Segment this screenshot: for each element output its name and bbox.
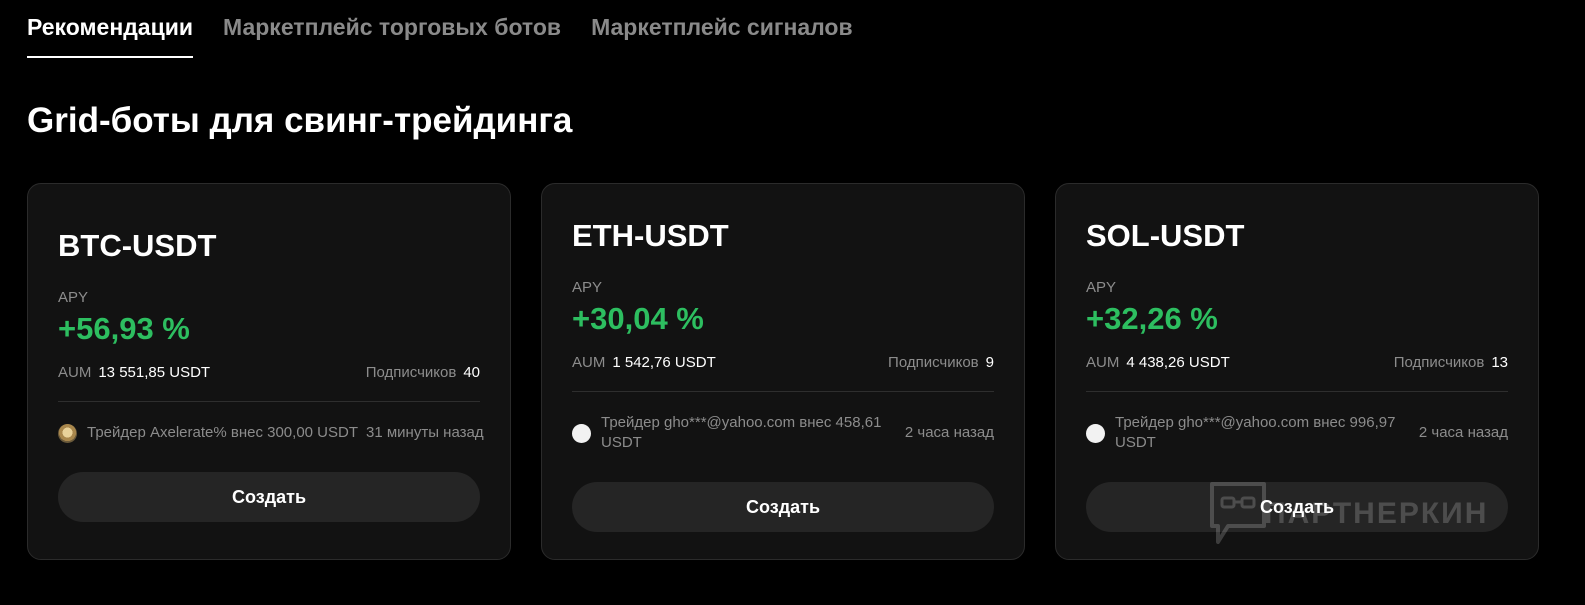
apy-label: APY [1086, 279, 1117, 296]
activity-text: Трейдер gho***@yahoo.com внес 458,61 USD… [601, 414, 882, 451]
trader-avatar-image-icon [58, 423, 77, 443]
aum-label: AUM [58, 364, 92, 381]
tab-signals-marketplace[interactable]: Маркетплейс сигналов [591, 0, 853, 58]
trader-avatar-default-icon [1086, 423, 1105, 443]
activity-time: 2 часа назад [904, 424, 994, 441]
apy-value: +32,26 % [1086, 301, 1218, 336]
stats-row: AUM 4 438,26 USDT Подписчиков 13 [1086, 354, 1508, 372]
stats-row: AUM 1 542,76 USDT Подписчиков 9 [572, 354, 994, 372]
create-button[interactable]: Создать [58, 472, 480, 522]
subscribers-label: Подписчиков [365, 364, 457, 381]
divider [572, 391, 994, 392]
bot-card-sol-usdt[interactable]: SOL-USDT APY +32,26 % AUM 4 438,26 USDT П… [1055, 183, 1539, 560]
aum-stat: AUM 1 542,76 USDT [572, 354, 716, 372]
subscribers-label: Подписчиков [888, 354, 979, 371]
activity-time: 31 минуты назад [366, 424, 484, 441]
subscribers-value: 13 [1491, 354, 1508, 371]
divider [1086, 391, 1508, 392]
latest-activity: Трейдер gho***@yahoo.com внес 458,61 USD… [572, 413, 994, 453]
subscribers-stat: Подписчиков 9 [888, 354, 994, 372]
activity-time: 2 часа назад [1418, 424, 1508, 441]
page: Рекомендации Маркетплейс торговых ботов … [0, 0, 1585, 605]
apy-label: APY [58, 289, 89, 306]
aum-label: AUM [572, 354, 606, 371]
subscribers-stat: Подписчиков 40 [366, 364, 480, 382]
tab-bar: Рекомендации Маркетплейс торговых ботов … [27, 0, 853, 58]
tab-trading-bots-marketplace[interactable]: Маркетплейс торговых ботов [223, 0, 561, 58]
pair-title: ETH-USDT [572, 218, 729, 253]
aum-value: 13 551,85 USDT [98, 364, 211, 381]
create-button[interactable]: Создать [1086, 482, 1508, 532]
section-title: Grid-боты для свинг-трейдинга [27, 101, 573, 140]
subscribers-value: 9 [985, 354, 994, 371]
bot-card-eth-usdt[interactable]: ETH-USDT APY +30,04 % AUM 1 542,76 USDT П… [541, 183, 1025, 560]
latest-activity: Трейдер Axelerate% внес 300,00 USDT 31 м… [58, 423, 484, 443]
subscribers-stat: Подписчиков 13 [1394, 354, 1508, 372]
aum-value: 4 438,26 USDT [1126, 354, 1230, 371]
activity-text: Трейдер Axelerate% внес 300,00 USDT [87, 424, 359, 441]
apy-value: +56,93 % [58, 311, 190, 346]
divider [58, 401, 480, 402]
activity-text: Трейдер gho***@yahoo.com внес 996,97 USD… [1115, 414, 1396, 451]
aum-stat: AUM 4 438,26 USDT [1086, 354, 1230, 372]
tab-recommendations[interactable]: Рекомендации [27, 0, 194, 58]
aum-stat: AUM 13 551,85 USDT [58, 364, 210, 382]
subscribers-label: Подписчиков [1393, 354, 1485, 371]
trader-avatar-default-icon [572, 423, 591, 443]
aum-label: AUM [1086, 354, 1120, 371]
pair-title: SOL-USDT [1086, 218, 1245, 253]
latest-activity: Трейдер gho***@yahoo.com внес 996,97 USD… [1086, 413, 1508, 453]
pair-title: BTC-USDT [58, 228, 217, 263]
create-button[interactable]: Создать [572, 482, 994, 532]
bot-cards-list: BTC-USDT APY +56,93 % AUM 13 551,85 USDT … [27, 183, 1539, 560]
apy-label: APY [572, 279, 603, 296]
bot-card-btc-usdt[interactable]: BTC-USDT APY +56,93 % AUM 13 551,85 USDT … [27, 183, 511, 560]
apy-value: +30,04 % [572, 301, 704, 336]
aum-value: 1 542,76 USDT [612, 354, 716, 371]
stats-row: AUM 13 551,85 USDT Подписчиков 40 [58, 364, 480, 382]
subscribers-value: 40 [463, 364, 480, 381]
